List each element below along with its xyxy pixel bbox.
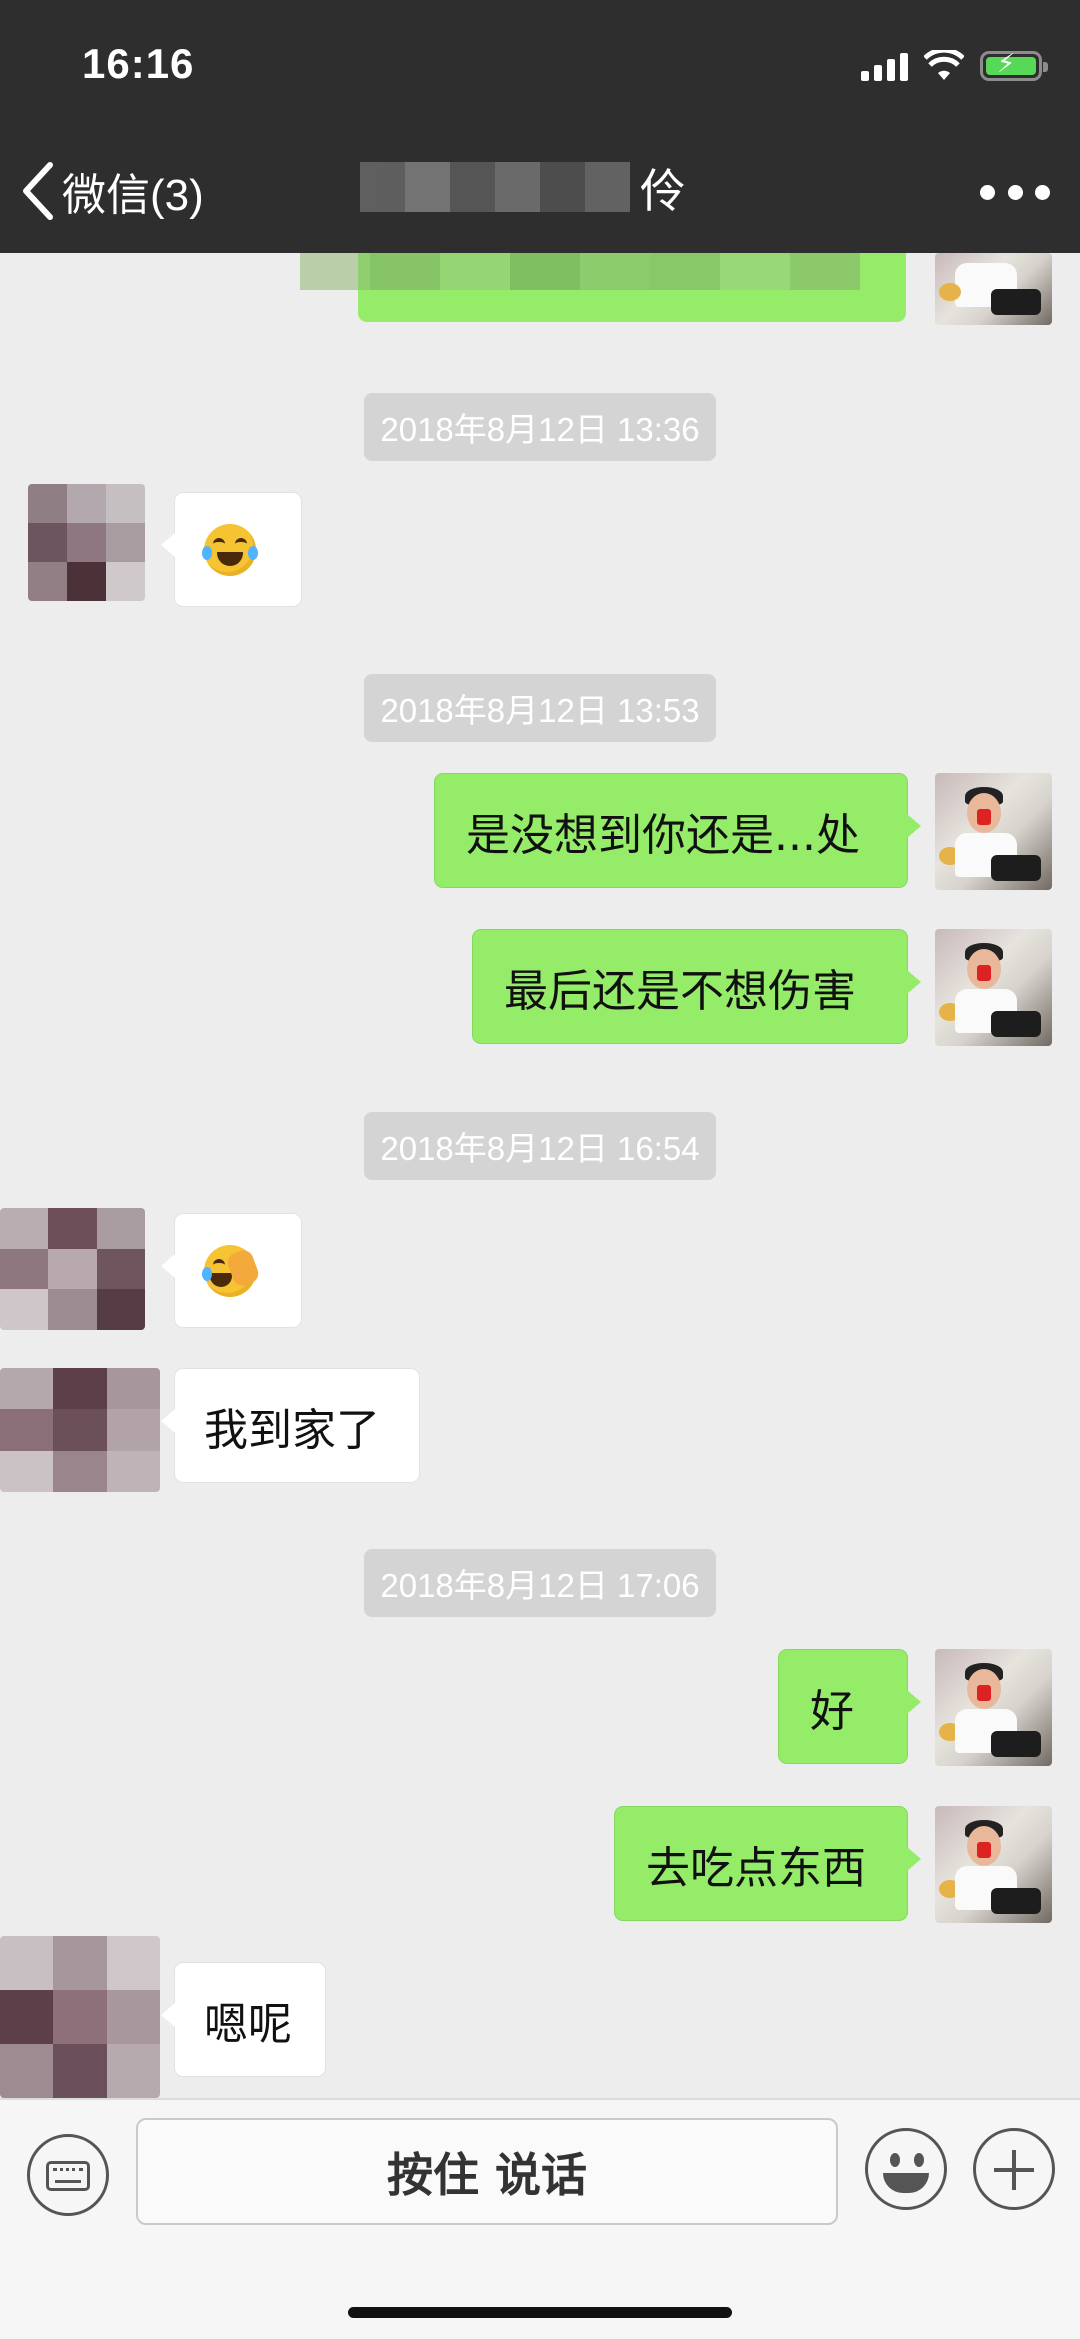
chat-title-visible-char: 伶: [640, 164, 686, 218]
more-dot-icon: [1035, 184, 1050, 200]
message-text: 最后还是不想伤害: [504, 965, 856, 1017]
input-bar: 按住 说话: [0, 2098, 1080, 2339]
outgoing-message-bubble[interactable]: 最后还是不想伤害: [472, 929, 921, 1044]
message-timestamp: 2018年8月12日 17:06: [0, 1549, 1080, 1617]
battery-charging-icon: ⚡: [980, 49, 1048, 81]
more-dot-icon: [980, 184, 995, 200]
contact-avatar[interactable]: [0, 1208, 145, 1330]
chat-title: 伶: [360, 150, 720, 230]
header-bar: 16:16 ⚡ 微信(3) 伶: [0, 0, 1080, 253]
wifi-icon: [924, 50, 964, 80]
more-dot-icon: [1007, 184, 1023, 200]
home-indicator[interactable]: [348, 2307, 732, 2318]
contact-avatar[interactable]: [0, 1936, 160, 2098]
keyboard-toggle-button[interactable]: [27, 2134, 109, 2216]
outgoing-message-bubble[interactable]: 去吃点东西: [614, 1806, 921, 1921]
chevron-left-icon: [23, 162, 53, 220]
more-functions-button[interactable]: [973, 2128, 1055, 2210]
contact-avatar[interactable]: [0, 1368, 160, 1492]
hold-to-talk-button[interactable]: 按住 说话: [136, 2118, 838, 2225]
status-time: 16:16: [82, 40, 195, 87]
cellular-signal-icon: [861, 51, 908, 81]
my-avatar[interactable]: [935, 929, 1052, 1046]
message-text: 嗯呢: [204, 1998, 292, 2050]
message-text: 我到家了: [204, 1404, 380, 1456]
outgoing-message-bubble[interactable]: 好: [778, 1649, 921, 1764]
message-timestamp: 2018年8月12日 16:54: [0, 1112, 1080, 1180]
laughing-crying-emoji-icon: [202, 523, 258, 576]
more-options-button[interactable]: [980, 172, 1050, 212]
my-avatar[interactable]: [935, 1649, 1052, 1766]
contact-avatar[interactable]: [28, 484, 145, 601]
facepalm-emoji-icon: [202, 1244, 262, 1297]
emoji-button[interactable]: [865, 2128, 947, 2210]
incoming-message-bubble[interactable]: 我到家了: [161, 1368, 420, 1483]
message-timestamp: 2018年8月12日 13:36: [0, 393, 1080, 461]
my-avatar[interactable]: [935, 773, 1052, 890]
outgoing-message-bubble[interactable]: 是没想到你还是...处: [434, 773, 921, 888]
message-text: 好: [810, 1685, 854, 1737]
message-timestamp: 2018年8月12日 13:53: [0, 674, 1080, 742]
my-avatar[interactable]: [935, 1806, 1052, 1923]
message-text: 去吃点东西: [646, 1842, 866, 1894]
keyboard-icon: [46, 2161, 90, 2191]
status-icons: ⚡: [861, 46, 1048, 86]
my-avatar[interactable]: [935, 253, 1052, 325]
message-text: 是没想到你还是...处: [466, 809, 860, 861]
back-button[interactable]: 微信(3): [20, 158, 204, 224]
incoming-emoji-bubble[interactable]: [161, 492, 302, 607]
incoming-emoji-bubble[interactable]: [161, 1213, 302, 1328]
incoming-message-bubble[interactable]: 嗯呢: [161, 1962, 326, 2077]
blurred-contact-name: [360, 162, 630, 212]
back-label: 微信(3): [62, 171, 204, 220]
